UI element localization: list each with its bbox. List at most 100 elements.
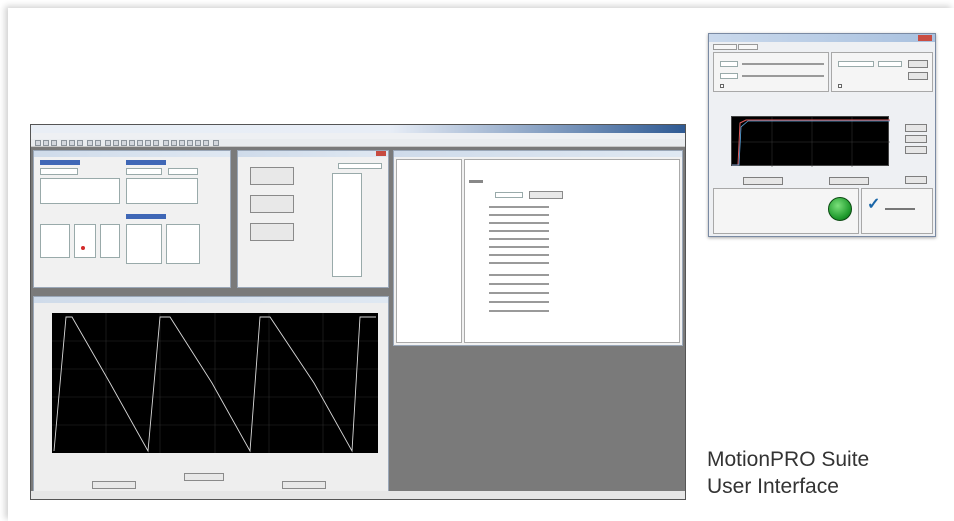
parameter-slider[interactable] xyxy=(742,63,824,65)
dialog-button[interactable] xyxy=(829,177,869,185)
motion-button[interactable] xyxy=(250,167,294,185)
io-window-titlebar xyxy=(34,151,230,157)
app-titlebar xyxy=(31,125,685,133)
toolbar-button[interactable] xyxy=(187,140,193,146)
parameters-group xyxy=(713,52,829,92)
scope-button[interactable] xyxy=(92,481,136,489)
dialog-tabs xyxy=(713,44,759,51)
toolbar-button[interactable] xyxy=(113,140,119,146)
parameter-field[interactable] xyxy=(720,61,738,67)
app-info-window xyxy=(393,150,683,346)
digital-inputs-header xyxy=(40,160,80,165)
toolbar-button[interactable] xyxy=(43,140,49,146)
app-statusbar xyxy=(31,491,685,499)
toolbar-button[interactable] xyxy=(87,140,93,146)
motionpro-main-screenshot xyxy=(30,124,686,500)
operation-select[interactable] xyxy=(338,163,382,169)
scope-window xyxy=(33,296,389,492)
parameter-field[interactable] xyxy=(720,73,738,79)
settings-field[interactable] xyxy=(878,61,902,67)
scope-trace-svg xyxy=(52,313,378,453)
settings-button[interactable] xyxy=(908,72,928,80)
mdi-workspace xyxy=(31,147,685,492)
option-checkbox[interactable] xyxy=(720,84,724,88)
toolbar-button[interactable] xyxy=(35,140,41,146)
analog-input-panel xyxy=(100,224,120,258)
dialog-button[interactable] xyxy=(743,177,783,185)
dialog-button[interactable] xyxy=(905,176,927,184)
checkmark-icon: ✓ xyxy=(867,196,881,213)
motion-window-titlebar xyxy=(238,151,388,157)
io-control[interactable] xyxy=(126,168,162,175)
info-label xyxy=(469,180,483,183)
result-text xyxy=(885,208,915,210)
toolbar-button[interactable] xyxy=(105,140,111,146)
motion-button[interactable] xyxy=(250,195,294,213)
parameter-slider[interactable] xyxy=(742,75,824,77)
settings-group xyxy=(831,52,933,92)
toolbar-button[interactable] xyxy=(213,140,219,146)
parameter-dialog-screenshot: ✓ xyxy=(708,33,936,237)
io-control[interactable] xyxy=(40,168,78,175)
caption-line-2: User Interface xyxy=(707,475,839,498)
toolbar-button[interactable] xyxy=(179,140,185,146)
toolbar-button[interactable] xyxy=(145,140,151,146)
option-checkbox[interactable] xyxy=(838,84,842,88)
app-toolbar xyxy=(31,139,685,147)
toolbar-button[interactable] xyxy=(77,140,83,146)
input-grid xyxy=(40,178,120,204)
info-field-list xyxy=(489,274,549,318)
toolbar-button[interactable] xyxy=(163,140,169,146)
jog-slider-panel[interactable] xyxy=(332,173,362,277)
caption-line-1: MotionPRO Suite xyxy=(707,448,870,471)
response-svg xyxy=(732,117,890,167)
info-field-list xyxy=(489,206,549,266)
axis-select[interactable] xyxy=(495,192,523,198)
dialog-titlebar xyxy=(709,34,935,42)
response-plot xyxy=(731,116,890,167)
toolbar-button[interactable] xyxy=(203,140,209,146)
motion-window xyxy=(237,150,389,288)
close-icon[interactable] xyxy=(918,35,932,41)
digital-outputs-header xyxy=(126,160,166,165)
dialog-button[interactable] xyxy=(905,146,927,154)
settings-button[interactable] xyxy=(908,60,928,68)
toolbar-button[interactable] xyxy=(129,140,135,146)
io-control[interactable] xyxy=(168,168,198,175)
motion-button[interactable] xyxy=(250,223,294,241)
scope-button[interactable] xyxy=(184,473,224,481)
scope-button[interactable] xyxy=(282,481,326,489)
toolbar-button[interactable] xyxy=(61,140,67,146)
toolbar-button[interactable] xyxy=(51,140,57,146)
dialog-button[interactable] xyxy=(905,124,927,132)
scope-plot xyxy=(52,313,378,453)
settings-select[interactable] xyxy=(838,61,874,67)
app-info-titlebar xyxy=(394,151,682,157)
toolbar-button[interactable] xyxy=(195,140,201,146)
analog-input-panel xyxy=(40,224,70,258)
info-button[interactable] xyxy=(529,191,563,199)
dialog-tab[interactable] xyxy=(713,44,737,50)
app-info-pane xyxy=(464,159,680,343)
toolbar-button[interactable] xyxy=(95,140,101,146)
analog-output-panel xyxy=(126,224,162,264)
close-icon[interactable] xyxy=(376,151,386,156)
toolbar-button[interactable] xyxy=(121,140,127,146)
toolbar-button[interactable] xyxy=(137,140,143,146)
go-button[interactable] xyxy=(828,197,852,221)
output-grid xyxy=(126,178,198,204)
toolbar-button[interactable] xyxy=(153,140,159,146)
caption: MotionPRO Suite User Interface xyxy=(707,446,869,500)
scope-window-titlebar xyxy=(34,297,388,303)
project-tree[interactable] xyxy=(396,159,462,343)
toolbar-button[interactable] xyxy=(69,140,75,146)
response-trace-b xyxy=(732,120,890,166)
dialog-tab[interactable] xyxy=(738,44,759,50)
dialog-button[interactable] xyxy=(905,135,927,143)
status-led xyxy=(81,246,85,250)
toolbar-button[interactable] xyxy=(171,140,177,146)
io-window xyxy=(33,150,231,288)
analog-output-panel xyxy=(166,224,200,264)
analog-input-panel xyxy=(74,224,96,258)
response-trace-a xyxy=(732,119,890,166)
